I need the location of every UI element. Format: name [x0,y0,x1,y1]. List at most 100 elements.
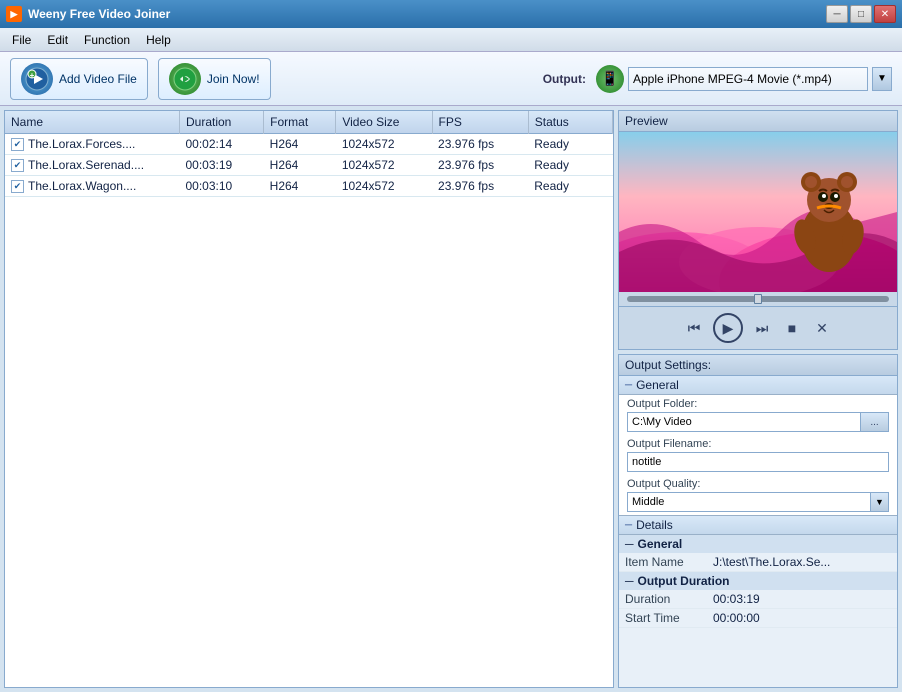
preview-header: Preview [619,111,897,132]
general-section-collapse[interactable]: ─ General [619,376,897,395]
row-checkbox-2[interactable]: ✔ [11,180,24,193]
col-format: Format [264,111,336,134]
col-duration: Duration [179,111,263,134]
col-fps: FPS [432,111,528,134]
preview-scrubber [619,292,897,306]
menu-bar: File Edit Function Help [0,28,902,52]
cell-fps-2: 23.976 fps [432,176,528,197]
cell-duration-2: 00:03:10 [179,176,263,197]
output-quality-wrap: Middle Low High ▼ [627,492,889,512]
stop-button[interactable]: ■ [781,317,803,339]
table-row: ✔ The.Lorax.Serenad.... 00:03:19 H264 10… [5,155,613,176]
minimize-button[interactable]: ─ [826,5,848,23]
details-label: Details [636,518,673,532]
start-time-row: Start Time 00:00:00 [619,609,897,628]
scrubber-handle[interactable] [754,294,762,304]
preview-video [619,132,897,292]
output-duration-header: ─ Output Duration [619,572,897,590]
table-row: ✔ The.Lorax.Forces.... 00:02:14 H264 102… [5,134,613,155]
output-quality-label: Output Quality: [627,478,889,490]
close-preview-button[interactable]: ✕ [811,317,833,339]
output-settings-header: Output Settings: [619,355,897,376]
cell-format-2: H264 [264,176,336,197]
start-time-key: Start Time [619,609,709,627]
output-folder-input[interactable] [627,412,861,432]
duration-value: 00:03:19 [709,590,897,608]
join-now-label: Join Now! [207,72,260,86]
fast-forward-button[interactable]: ⏭ [751,317,773,339]
cell-fps-0: 23.976 fps [432,134,528,155]
output-folder-wrap: ... [627,412,889,432]
svg-text:+: + [30,71,35,80]
cell-duration-0: 00:02:14 [179,134,263,155]
browse-folder-button[interactable]: ... [861,412,889,432]
preview-section: Preview [618,110,898,350]
cell-name-0: ✔ The.Lorax.Forces.... [5,134,179,155]
preview-image [619,132,897,292]
general-label: General [636,378,679,392]
item-name-row: Item Name J:\test\The.Lorax.Se... [619,553,897,572]
row-name-2: The.Lorax.Wagon.... [28,179,136,193]
general-collapse-icon: ─ [625,380,632,391]
add-video-label: Add Video File [59,72,137,86]
output-format-select[interactable]: Apple iPhone MPEG-4 Movie (*.mp4) [628,67,868,91]
cell-format-1: H264 [264,155,336,176]
play-button[interactable]: ▶ [713,313,743,343]
row-checkbox-1[interactable]: ✔ [11,159,24,172]
cell-format-0: H264 [264,134,336,155]
title-bar-controls: ─ □ ✕ [826,5,896,23]
cell-name-2: ✔ The.Lorax.Wagon.... [5,176,179,197]
table-row: ✔ The.Lorax.Wagon.... 00:03:10 H264 1024… [5,176,613,197]
right-panel: Preview [618,110,898,688]
duration-row: Duration 00:03:19 [619,590,897,609]
output-folder-label: Output Folder: [627,398,889,410]
cell-video-size-2: 1024x572 [336,176,432,197]
output-duration-collapse: ─ [625,574,634,588]
start-time-value: 00:00:00 [709,609,897,627]
rewind-button[interactable]: ⏮ [683,317,705,339]
phone-icon: 📱 [596,65,624,93]
output-dropdown-button[interactable]: ▼ [872,67,892,91]
details-section-collapse[interactable]: ─ Details [619,515,897,535]
cell-status-2: Ready [528,176,612,197]
maximize-button[interactable]: □ [850,5,872,23]
details-content: ─ General Item Name J:\test\The.Lorax.Se… [619,535,897,628]
title-bar-left: ▶ Weeny Free Video Joiner [6,6,170,22]
quality-dropdown-button[interactable]: ▼ [871,492,889,512]
details-collapse-icon: ─ [625,520,632,531]
cell-status-0: Ready [528,134,612,155]
item-name-value: J:\test\The.Lorax.Se... [709,553,897,571]
col-status: Status [528,111,612,134]
main-content: Name Duration Format Video Size FPS Stat… [0,106,902,692]
menu-file[interactable]: File [4,31,39,49]
settings-body: ─ General Output Folder: ... Output File… [619,376,897,687]
cell-video-size-1: 1024x572 [336,155,432,176]
output-duration-label: Output Duration [638,574,730,588]
menu-help[interactable]: Help [138,31,179,49]
cell-duration-1: 00:03:19 [179,155,263,176]
col-name: Name [5,111,179,134]
output-quality-select[interactable]: Middle Low High [627,492,871,512]
menu-edit[interactable]: Edit [39,31,76,49]
preview-controls: ⏮ ▶ ⏭ ■ ✕ [619,306,897,349]
details-general-label: General [638,537,683,551]
output-settings-section: Output Settings: ─ General Output Folder… [618,354,898,688]
title-bar: ▶ Weeny Free Video Joiner ─ □ ✕ [0,0,902,28]
row-checkbox-0[interactable]: ✔ [11,138,24,151]
add-video-icon: + [21,63,53,95]
file-table: Name Duration Format Video Size FPS Stat… [5,111,613,197]
item-name-key: Item Name [619,553,709,571]
add-video-button[interactable]: + Add Video File [10,58,148,100]
output-filename-input[interactable] [627,452,889,472]
row-name-1: The.Lorax.Serenad.... [28,158,144,172]
menu-function[interactable]: Function [76,31,138,49]
cell-status-1: Ready [528,155,612,176]
output-label: Output: [543,72,586,86]
close-button[interactable]: ✕ [874,5,896,23]
join-now-button[interactable]: Join Now! [158,58,271,100]
output-select-wrap: 📱 Apple iPhone MPEG-4 Movie (*.mp4) ▼ [596,65,892,93]
scrubber-bar[interactable] [627,296,889,302]
cell-name-1: ✔ The.Lorax.Serenad.... [5,155,179,176]
toolbar: + Add Video File Join Now! Output: 📱 App… [0,52,902,106]
duration-key: Duration [619,590,709,608]
